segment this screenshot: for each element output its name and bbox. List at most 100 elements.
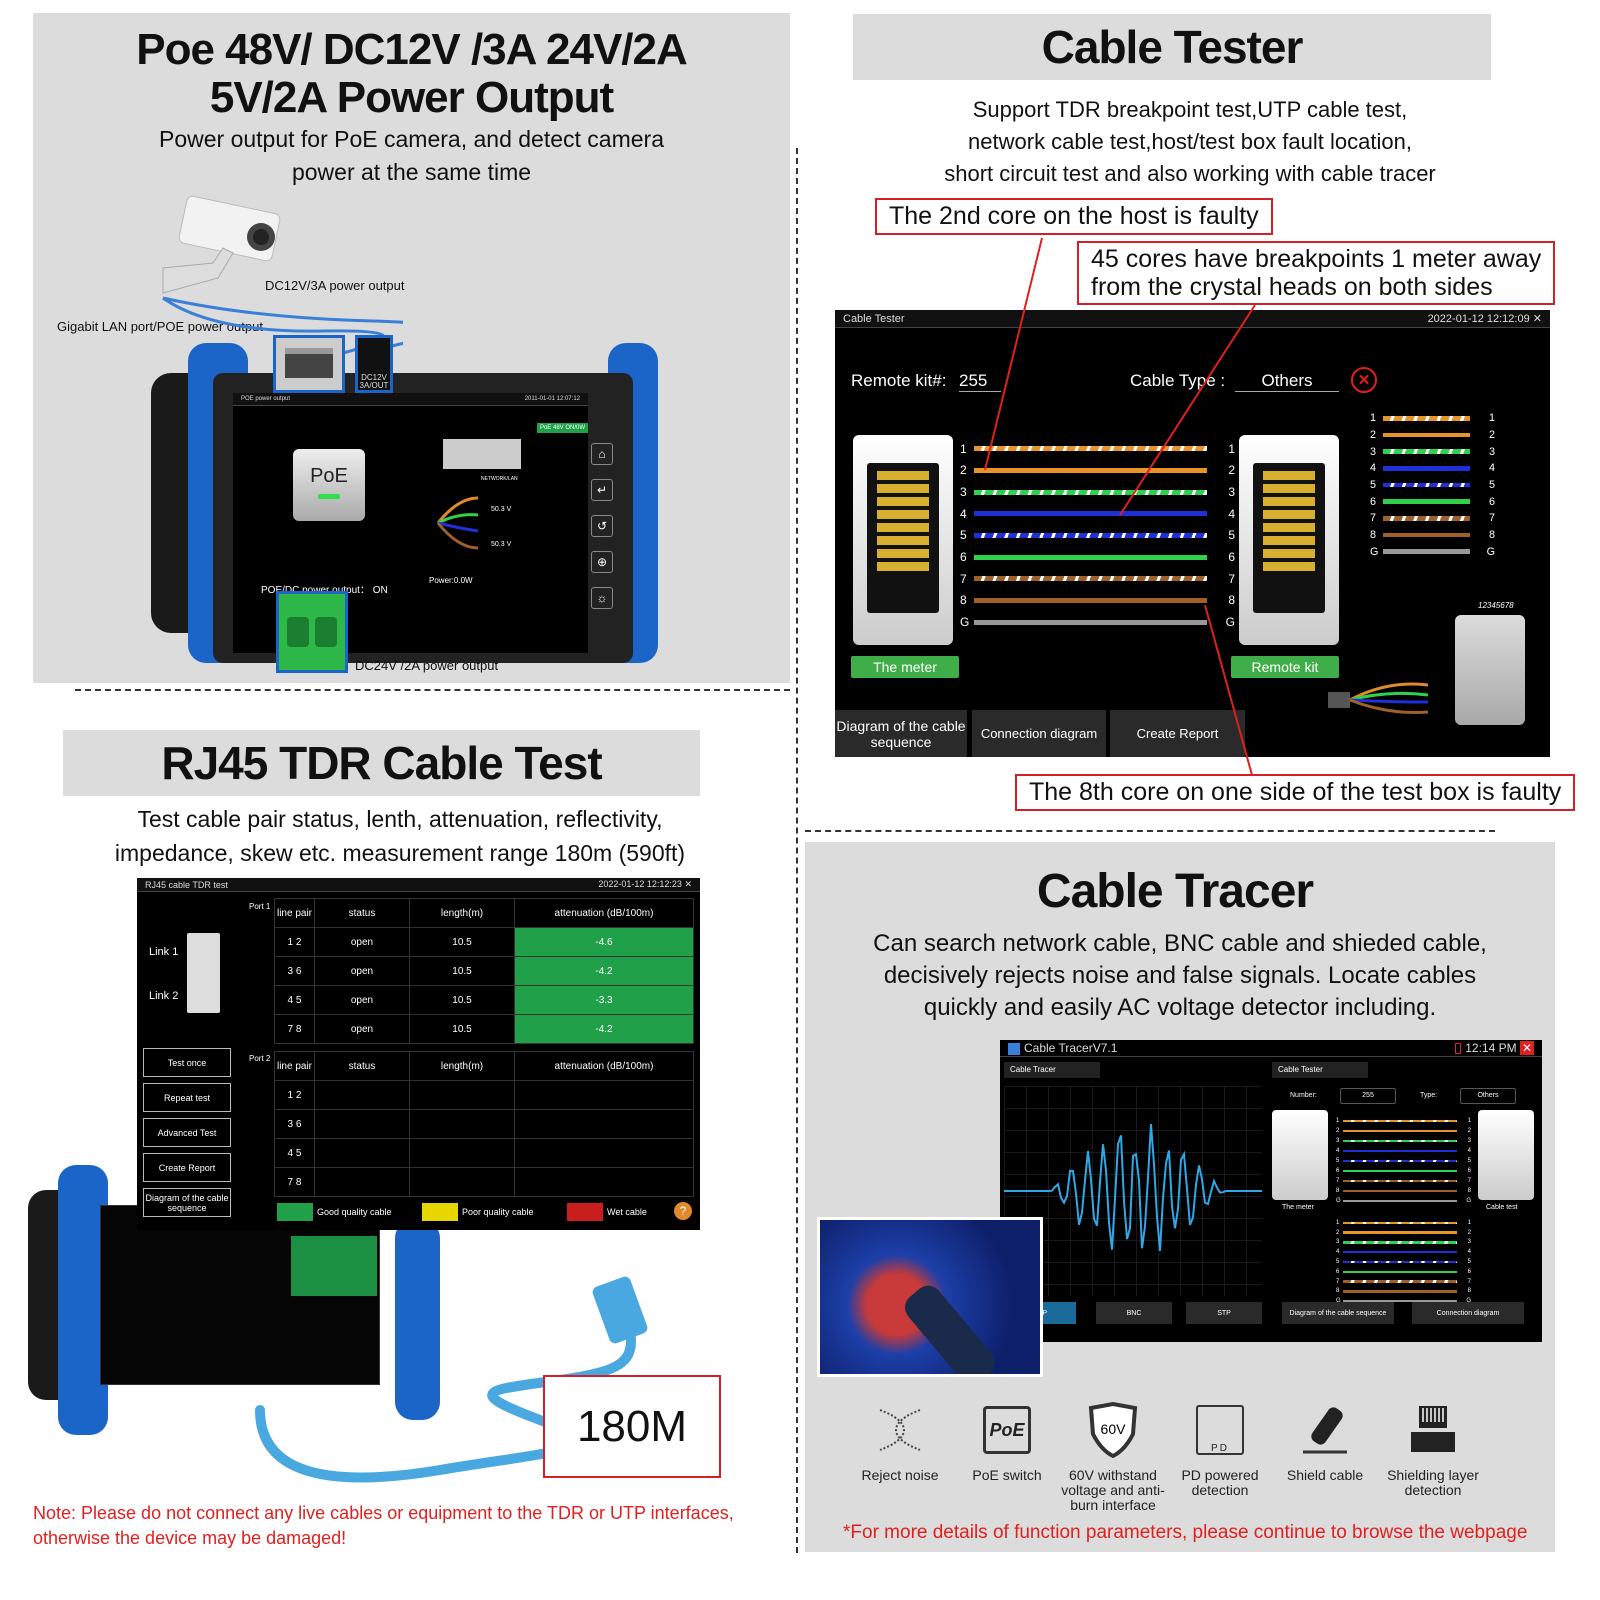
poe-subtitle-line1: Power output for PoE camera, and detect … xyxy=(159,126,664,152)
tab-cable-tracer[interactable]: Cable Tracer xyxy=(1004,1062,1100,1078)
home-icon[interactable]: ⌂ xyxy=(591,443,613,465)
pin-label: 8 xyxy=(1488,528,1495,541)
wire-row: 77 xyxy=(1370,510,1495,527)
ct-status-bar: Cable Tester 2022-01-12 12:12:09 ✕ xyxy=(835,310,1550,328)
close-icon[interactable]: ✕ xyxy=(1533,313,1542,325)
power-readout: Power:0.0W xyxy=(429,576,473,585)
remote-kit-button[interactable]: Remote kit xyxy=(1231,656,1339,678)
back-icon[interactable]: ↺ xyxy=(591,515,613,537)
tab-cable-tester[interactable]: Cable Tester xyxy=(1272,1062,1368,1078)
wire-row: 55 xyxy=(960,525,1235,547)
network-label: NETWORK/LAN xyxy=(481,476,518,482)
pin-label: 4 xyxy=(1228,506,1235,521)
shield-cable-icon xyxy=(1297,1402,1353,1458)
light-icon[interactable]: ☼ xyxy=(591,587,613,609)
wire-bar xyxy=(974,554,1207,560)
zoom-icon[interactable]: ⊕ xyxy=(591,551,613,573)
cable-strands-image xyxy=(1328,680,1429,720)
wire-row: 11 xyxy=(1336,1116,1471,1126)
wire-bar xyxy=(974,446,1207,452)
rj45-plug-image xyxy=(1455,615,1525,725)
wire-bar xyxy=(1343,1221,1457,1225)
wire-bar xyxy=(1382,482,1470,488)
type-field[interactable]: Others xyxy=(1460,1088,1516,1104)
wire-bar xyxy=(1382,466,1470,471)
wire-bar xyxy=(1382,549,1470,554)
wire-bar xyxy=(1382,432,1470,438)
connection-diagram-button[interactable]: Connection diagram xyxy=(972,710,1106,757)
table-row: 3 6 xyxy=(274,1109,694,1139)
pin-label: G xyxy=(960,615,970,630)
feature-shield-cable: Shield cable xyxy=(1270,1402,1380,1483)
the-meter-button[interactable]: The meter xyxy=(851,656,959,678)
wire-bar xyxy=(1343,1119,1457,1123)
tracer-title: Cable Tracer xyxy=(1036,865,1314,918)
connection-diagram-button[interactable]: Connection diagram xyxy=(1412,1302,1524,1324)
plug-label: 12345678 xyxy=(1478,601,1514,610)
feature-shielding-layer: Shielding layer detection xyxy=(1378,1402,1488,1498)
close-icon[interactable]: ✕ xyxy=(1519,1041,1534,1055)
bnc-button[interactable]: BNC xyxy=(1096,1302,1172,1324)
help-icon[interactable]: ? xyxy=(674,1202,692,1220)
pin-label: 4 xyxy=(1370,462,1377,475)
table-row: 4 5 open 10.5 -3.3 xyxy=(274,985,694,1015)
pin-label: 8 xyxy=(1336,1288,1340,1295)
wire-bar xyxy=(974,489,1207,495)
test-once-button[interactable]: Test once xyxy=(143,1048,231,1077)
battery-icon xyxy=(1455,1043,1462,1055)
pin-label: 5 xyxy=(960,528,967,543)
clear-icon[interactable]: ✕ xyxy=(1351,367,1377,393)
port2-table: line pair status length(m) attenuation (… xyxy=(274,1051,694,1197)
wire-row: 22 xyxy=(960,460,1235,482)
pin-label: 6 xyxy=(1467,1268,1471,1275)
pin-label: 7 xyxy=(960,571,967,586)
cable-type-field[interactable]: Others xyxy=(1235,371,1339,392)
create-report-button[interactable]: Create Report xyxy=(1110,710,1245,757)
wire-map: 1122334455667788GG xyxy=(960,438,1235,633)
poe-toggle-button[interactable]: PoE xyxy=(293,449,365,521)
shielding-layer-icon xyxy=(1405,1402,1461,1458)
pin-label: 2 xyxy=(1228,463,1235,478)
feature-pd: PD PD powered detection xyxy=(1165,1402,1275,1498)
advanced-test-button[interactable]: Advanced Test xyxy=(143,1118,231,1147)
wire-bar xyxy=(1343,1139,1457,1143)
port2-header-row: line pair status length(m) attenuation (… xyxy=(274,1051,694,1081)
pin-label: 2 xyxy=(1336,1229,1340,1236)
pin-label: 8 xyxy=(1228,593,1235,608)
wire-row: 44 xyxy=(1370,460,1495,477)
wire-bar xyxy=(1343,1260,1457,1264)
pin-label: 6 xyxy=(960,550,967,565)
cable-sequence-button[interactable]: Diagram of the cable sequence xyxy=(835,710,967,757)
repeat-test-button[interactable]: Repeat test xyxy=(143,1083,231,1112)
wire-row: 88 xyxy=(1336,1186,1471,1196)
enter-icon[interactable]: ↵ xyxy=(591,479,613,501)
pin-label: 5 xyxy=(1228,528,1235,543)
cable-tester-desc-1: Support TDR breakpoint test,UTP cable te… xyxy=(972,97,1408,122)
feature-reject-noise: Reject noise xyxy=(845,1402,955,1483)
close-icon[interactable]: ✕ xyxy=(684,879,692,889)
remote-kit-field[interactable]: 255 xyxy=(959,371,1001,392)
wire-bar xyxy=(1343,1129,1457,1133)
poe-switch-icon: PoE xyxy=(979,1402,1035,1458)
pin-label: 1 xyxy=(960,441,967,456)
pin-label: 3 xyxy=(1228,485,1235,500)
cable-sequence-button[interactable]: Diagram of the cable sequence xyxy=(1282,1302,1394,1324)
create-report-button[interactable]: Create Report xyxy=(143,1153,231,1182)
wire-bar xyxy=(1382,499,1470,504)
stp-button[interactable]: STP xyxy=(1186,1302,1262,1324)
pin-label: 2 xyxy=(1336,1128,1340,1134)
wire-row: 44 xyxy=(1336,1146,1471,1156)
pin-label: 7 xyxy=(1488,512,1495,525)
table-row: 4 5 xyxy=(274,1138,694,1168)
pin-label: 7 xyxy=(1336,1178,1340,1184)
cable-sequence-button[interactable]: Diagram of the cable sequence xyxy=(143,1188,231,1217)
pin-label: 6 xyxy=(1336,1168,1340,1174)
wire-row: 55 xyxy=(1336,1257,1471,1267)
lan-port xyxy=(273,335,345,393)
number-field[interactable]: 255 xyxy=(1340,1088,1396,1104)
legend-wet-swatch xyxy=(567,1203,603,1221)
remote-kit-label: Remote kit#: xyxy=(851,371,947,390)
dc24v-terminal xyxy=(276,591,348,673)
wire-bar xyxy=(1382,416,1470,421)
pin-label: 6 xyxy=(1467,1168,1471,1174)
